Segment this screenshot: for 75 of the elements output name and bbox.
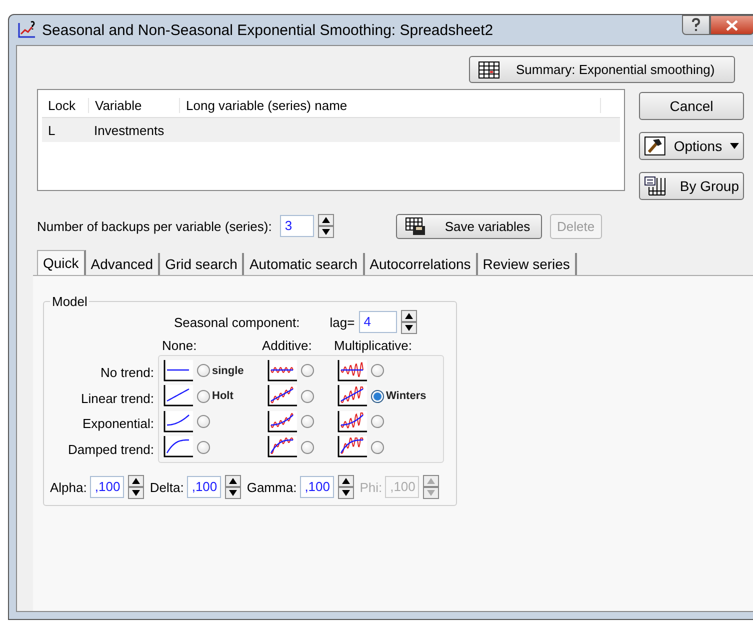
spinner-icon[interactable] (224, 475, 241, 499)
radio-label: Holt (212, 390, 234, 402)
radio-button[interactable] (301, 415, 314, 428)
tab[interactable]: Quick (37, 250, 86, 275)
row-label: Linear trend: (81, 390, 154, 408)
spinner-icon[interactable] (318, 214, 334, 238)
radio-button[interactable] (371, 440, 384, 454)
dropdown-arrow-icon (730, 143, 739, 149)
close-icon (726, 20, 738, 30)
dialog-button[interactable]: By Group (639, 172, 744, 200)
column-header[interactable]: Long variable (series) name (180, 98, 601, 112)
lag-field[interactable]: 4 (358, 311, 397, 333)
chart-icon (18, 21, 36, 39)
close-button[interactable] (710, 15, 753, 35)
column-header: Additive: (262, 338, 313, 352)
trend-chart-icon (267, 436, 297, 458)
disk-table-icon (404, 217, 427, 235)
parameter-field[interactable]: ,100 (300, 476, 334, 498)
table-icon (478, 60, 500, 78)
radio-button[interactable] (301, 390, 314, 403)
trend-chart-icon (337, 410, 367, 433)
trend-chart-icon (337, 385, 367, 408)
spinner-icon[interactable] (338, 475, 354, 499)
trend-chart-icon (337, 360, 367, 382)
trend-chart-icon (163, 385, 193, 408)
group-title: Model (51, 294, 88, 309)
parameter-field[interactable]: ,100 (186, 476, 221, 498)
trend-chart-icon (163, 436, 193, 458)
trend-chart-icon (163, 360, 193, 382)
radio-button[interactable] (371, 390, 384, 403)
spinner-icon[interactable] (400, 310, 417, 334)
row-label: Damped trend: (68, 440, 154, 459)
row-label: No trend: (100, 364, 154, 382)
backups-field[interactable]: 3 (280, 215, 314, 237)
window-title: Seasonal and Non-Seasonal Exponential Smoothing: Spreadsheet2 (42, 22, 494, 38)
parameter-label: Alpha: (50, 480, 87, 494)
radio-button[interactable] (197, 390, 210, 403)
radio-button[interactable] (197, 364, 210, 378)
column-header: Multiplicative: (334, 338, 412, 352)
dialog-button[interactable]: Cancel (639, 92, 744, 120)
dialog-button[interactable]: Options (639, 132, 744, 160)
row-label: Exponential: (82, 415, 154, 433)
parameter-label: Delta: (150, 480, 184, 494)
grid-icon (644, 176, 666, 196)
backups-label: Number of backups per variable (series): (37, 218, 272, 234)
trend-chart-icon (163, 410, 193, 433)
action-button[interactable]: Save variables (396, 214, 542, 238)
radio-button[interactable] (371, 364, 384, 378)
radio-button[interactable] (197, 415, 210, 428)
column-header[interactable]: Variable (89, 98, 180, 112)
column-header: None: (162, 338, 198, 352)
trend-chart-icon (267, 410, 297, 433)
help-icon (691, 18, 701, 32)
parameter-label: Gamma: (246, 480, 297, 494)
variable-row[interactable]: L Investments (42, 118, 620, 142)
lag-label: lag= (330, 314, 355, 330)
spinner-icon[interactable] (128, 475, 144, 499)
summary-button[interactable]: Summary: Exponential smoothing) (469, 56, 735, 83)
parameter-label: Phi: (360, 480, 382, 494)
trend-chart-icon (337, 436, 367, 458)
trend-chart-icon (267, 360, 297, 382)
help-button[interactable] (682, 15, 710, 35)
column-header[interactable]: Lock (42, 98, 89, 112)
table-cell-text: L (47, 122, 56, 138)
table-cell-text: Investments (93, 122, 166, 138)
radio-button[interactable] (301, 364, 314, 378)
radio-button[interactable] (371, 415, 384, 428)
radio-button[interactable] (197, 440, 210, 454)
radio-label: Winters (386, 390, 426, 402)
seasonal-label: Seasonal component: (174, 314, 300, 330)
hammer-icon (644, 136, 666, 156)
parameter-field[interactable]: ,100 (90, 476, 124, 498)
radio-button[interactable] (301, 440, 314, 454)
radio-label: single (212, 364, 244, 377)
trend-chart-icon (267, 385, 297, 408)
